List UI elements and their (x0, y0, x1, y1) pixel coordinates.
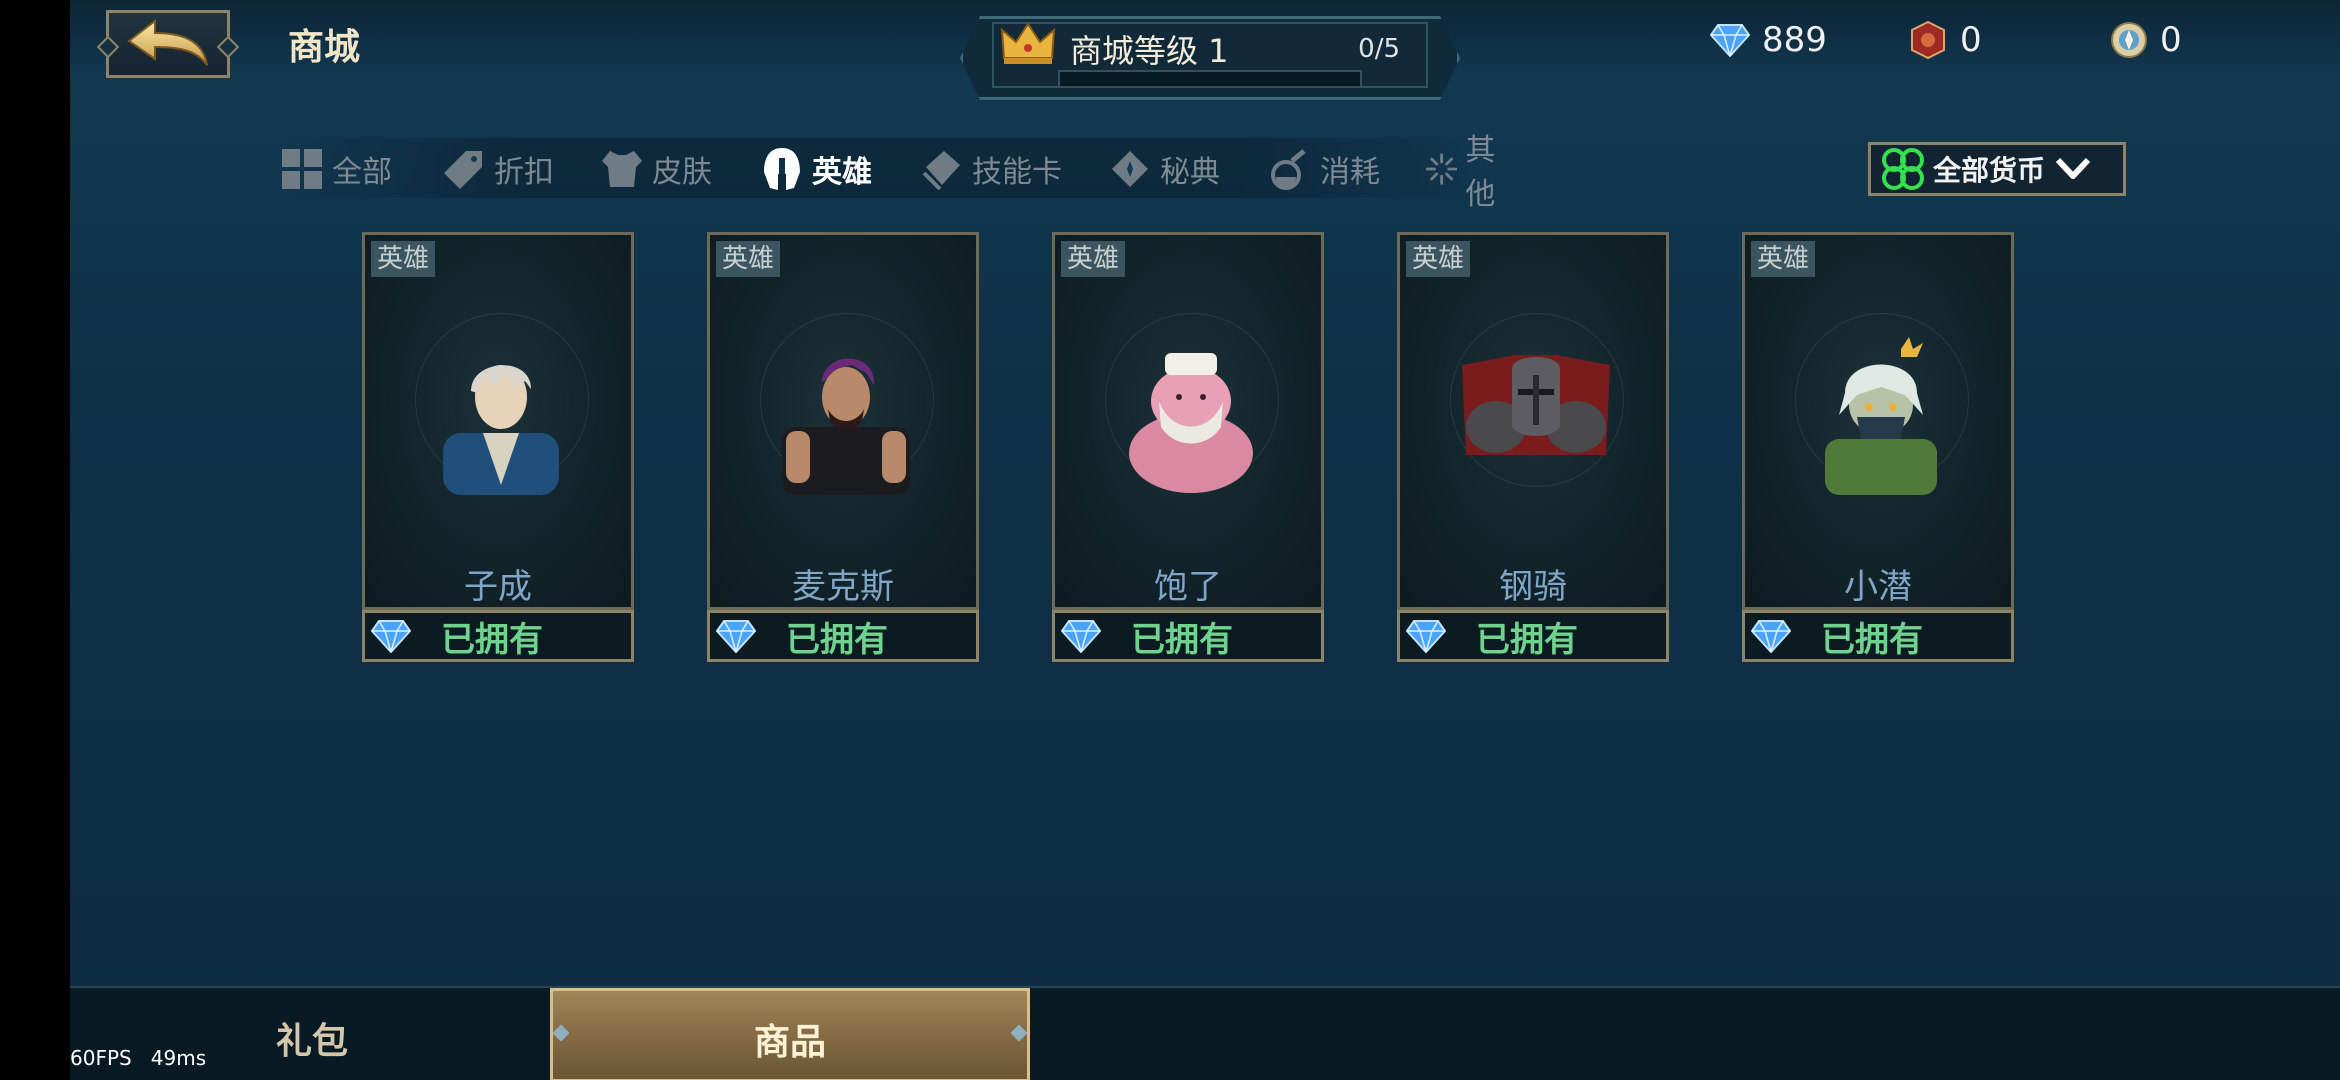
fps-overlay: 60FPS 49ms (70, 1046, 206, 1070)
fps-value: 60FPS (70, 1046, 132, 1070)
clover-icon (1882, 148, 1924, 190)
hero-price-bar[interactable]: 已拥有 (707, 610, 979, 662)
owned-status: 已拥有 (1476, 619, 1578, 660)
hero-card[interactable]: 英雄 子成 已拥有 (362, 232, 634, 662)
compass-coin-icon (2111, 22, 2147, 58)
hero-card-body: 英雄 小潜 (1742, 232, 2014, 610)
tab-hero[interactable]: 英雄 (760, 146, 872, 192)
crown-icon (1000, 22, 1056, 64)
top-bar: 商城 商城等级 1 0/5 889 0 0 (70, 0, 2340, 100)
owned-status: 已拥有 (1821, 619, 1923, 660)
hero-name: 饱了 (1154, 567, 1222, 607)
shop-level-label: 商城等级 1 (1070, 32, 1229, 70)
tab-consumable-label: 消耗 (1320, 155, 1380, 190)
armor-icon (602, 151, 642, 187)
diamond-icon (371, 620, 411, 653)
tab-other-label: 其他 (1465, 133, 1496, 212)
hero-card[interactable]: 英雄 钢骑 已拥有 (1397, 232, 1669, 662)
page-title: 商城 (288, 27, 361, 68)
tab-skill-card-label: 技能卡 (972, 155, 1062, 190)
category-tabs: 全部 折扣 皮肤 英雄 技能卡 秘典 消耗 其他 (280, 133, 1495, 212)
hero-name: 小潜 (1844, 567, 1912, 607)
currency-rune[interactable]: 0 (1908, 20, 1982, 60)
currency-compass[interactable]: 0 (2110, 20, 2182, 60)
tab-hero-label: 英雄 (812, 155, 872, 190)
hero-portrait (782, 358, 910, 495)
tab-goods[interactable]: 商品 (550, 988, 1030, 1080)
tab-skill-card[interactable]: 技能卡 (920, 146, 1062, 192)
sparkle-icon (1426, 153, 1458, 185)
grid-icon (282, 149, 322, 189)
diamond-icon (1710, 24, 1750, 57)
potion-icon (1271, 149, 1306, 190)
hero-price-bar[interactable]: 已拥有 (1052, 610, 1324, 662)
shop-level-progress: 0/5 (1358, 34, 1400, 64)
tab-discount[interactable]: 折扣 (442, 146, 554, 192)
hero-card-body: 英雄 麦克斯 (707, 232, 979, 610)
hero-price-bar[interactable]: 已拥有 (1397, 610, 1669, 662)
card-icon (922, 151, 960, 191)
currency-diamond[interactable]: 889 (1710, 20, 1827, 60)
currency-filter-dropdown[interactable]: 全部货币 (1868, 142, 2126, 196)
back-button[interactable] (106, 10, 230, 78)
tab-gift-pack-label: 礼包 (276, 1021, 349, 1062)
hero-tag: 英雄 (1406, 241, 1470, 277)
tab-consumable[interactable]: 消耗 (1268, 146, 1380, 192)
hero-card-body: 英雄 饱了 (1052, 232, 1324, 610)
rune-count: 0 (1960, 20, 1982, 60)
hero-card-body: 英雄 子成 (362, 232, 634, 610)
tab-discount-label: 折扣 (494, 155, 554, 190)
hero-name: 子成 (464, 567, 532, 607)
chevron-down-icon (2055, 157, 2091, 179)
hero-portrait (1129, 353, 1253, 493)
hero-name: 麦克斯 (792, 567, 894, 607)
hero-tag: 英雄 (1061, 241, 1125, 277)
tab-other[interactable]: 其他 (1426, 133, 1508, 212)
owned-status: 已拥有 (786, 619, 888, 660)
owned-status: 已拥有 (1131, 619, 1233, 660)
diamond-icon (1751, 620, 1791, 653)
hero-card-body: 英雄 钢骑 (1397, 232, 1669, 610)
bottom-tab-bar: 礼包 商品 (70, 986, 2340, 1080)
hero-tag: 英雄 (1751, 241, 1815, 277)
hero-card[interactable]: 英雄 饱了 已拥有 (1052, 232, 1324, 662)
shop-level-panel: 商城等级 1 0/5 (940, 8, 1480, 104)
tab-goods-label: 商品 (753, 1022, 826, 1063)
diamond-icon (1061, 620, 1101, 653)
latency-value: 49ms (150, 1046, 207, 1070)
compass-count: 0 (2160, 20, 2182, 60)
back-arrow-icon (127, 19, 208, 66)
hero-tag: 英雄 (371, 241, 435, 277)
tab-skin[interactable]: 皮肤 (600, 146, 712, 192)
hero-tag: 英雄 (716, 241, 780, 277)
hero-portrait (1462, 355, 1610, 455)
tag-icon (444, 151, 482, 189)
diamond-icon (1406, 620, 1446, 653)
hero-card[interactable]: 英雄 麦克斯 已拥有 (707, 232, 979, 662)
shop-screen: 商城 商城等级 1 0/5 889 0 0 全部 折扣 皮肤 英雄 技能卡 秘典… (70, 0, 2340, 1080)
hero-price-bar[interactable]: 已拥有 (362, 610, 634, 662)
tab-skin-label: 皮肤 (652, 155, 712, 190)
tab-codex-label: 秘典 (1160, 155, 1220, 190)
currency-filter-label: 全部货币 (1933, 154, 2046, 187)
owned-status: 已拥有 (441, 619, 543, 660)
helmet-icon (764, 148, 800, 190)
tab-all[interactable]: 全部 (280, 146, 392, 192)
book-icon (1112, 151, 1148, 187)
hero-portrait (443, 365, 559, 495)
hero-portrait (1825, 337, 1937, 495)
diamond-icon (716, 620, 756, 653)
hero-card[interactable]: 英雄 小潜 已拥有 (1742, 232, 2014, 662)
rune-coin-icon (1911, 20, 1945, 60)
hero-name: 钢骑 (1499, 567, 1567, 607)
shop-level-bar (1058, 70, 1362, 88)
hero-price-bar[interactable]: 已拥有 (1742, 610, 2014, 662)
tab-all-label: 全部 (332, 155, 392, 190)
diamond-count: 889 (1762, 20, 1827, 60)
tab-codex[interactable]: 秘典 (1108, 146, 1220, 192)
